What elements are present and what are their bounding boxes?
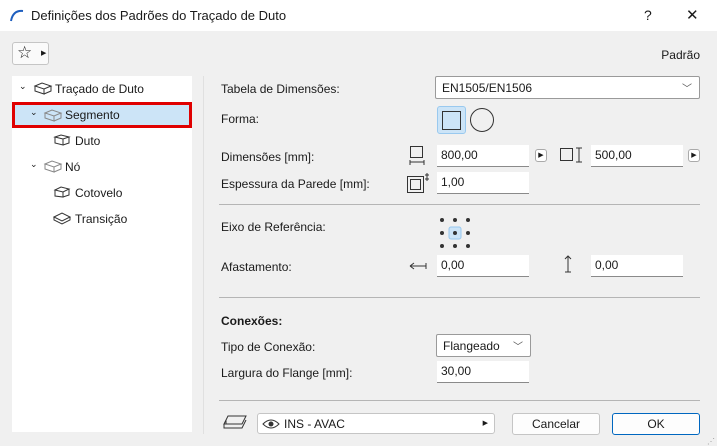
connections-heading: Conexões: [221, 314, 283, 328]
divider [219, 204, 700, 205]
tree-item-cotovelo[interactable]: Cotovelo [12, 180, 192, 206]
eye-icon [262, 419, 280, 429]
width-icon [409, 146, 425, 165]
connection-type-label: Tipo de Conexão: [221, 340, 316, 354]
tree-label: Traçado de Duto [55, 82, 144, 96]
vertical-offset-input[interactable]: 0,00 [591, 255, 683, 277]
flange-width-input[interactable]: 30,00 [437, 361, 529, 383]
shape-label: Forma: [221, 112, 260, 126]
chevron-down-icon[interactable]: ⌄ [30, 159, 38, 170]
reference-axis-grid[interactable] [438, 216, 472, 250]
flange-width-label: Largura do Flange [mm]: [221, 366, 353, 380]
elbow-icon [53, 186, 71, 198]
shape-circular-button[interactable] [470, 108, 494, 132]
divider [219, 297, 700, 298]
tree-item-tracado[interactable]: ⌄ Traçado de Duto [12, 76, 192, 102]
height-input[interactable]: 500,00 [591, 145, 683, 167]
divider [219, 400, 700, 401]
vertical-offset-icon [564, 255, 572, 273]
height-expand-button[interactable]: ▶ [688, 149, 700, 162]
tree-item-segmento[interactable]: ⌄ Segmento [12, 102, 192, 128]
resize-grip-icon[interactable]: ⋰ [707, 437, 715, 446]
chevron-down-icon: ﹀ [513, 342, 523, 353]
title-bar: Definições dos Padrões do Traçado de Dut… [0, 0, 717, 31]
tree-item-no[interactable]: ⌄ Nó [12, 154, 192, 180]
table-label: Tabela de Dimensões: [221, 82, 340, 96]
arrow-right-icon: ▶ [482, 420, 488, 427]
ok-button[interactable]: OK [612, 413, 700, 435]
chevron-down-icon[interactable]: ⌄ [19, 81, 27, 92]
duct-route-icon [33, 82, 53, 95]
preset-name: Padrão [661, 48, 700, 62]
favorites-button[interactable]: ☆ ▶ [12, 42, 49, 65]
connection-type-select[interactable]: Flangeado ﹀ [436, 334, 531, 357]
layers-icon [223, 415, 247, 429]
square-icon [442, 111, 461, 130]
layer-select[interactable]: INS - AVAC ▶ [257, 413, 495, 434]
dimension-table-select[interactable]: EN1505/EN1506 ﹀ [435, 76, 700, 99]
chevron-down-icon: ﹀ [682, 84, 692, 95]
width-input[interactable]: 800,00 [437, 145, 529, 167]
width-expand-button[interactable]: ▶ [535, 149, 547, 162]
close-button[interactable]: ✕ [686, 6, 699, 24]
wall-thickness-input[interactable]: 1,00 [437, 172, 529, 194]
height-icon [560, 147, 582, 163]
reference-axis-label: Eixo de Referência: [221, 220, 326, 234]
duct-icon [53, 134, 71, 146]
arrow-right-icon: ▶ [41, 50, 47, 57]
node-icon [43, 160, 63, 173]
offset-label: Afastamento: [221, 260, 292, 274]
wall-thickness-icon [407, 173, 429, 193]
archicad-logo-icon [10, 9, 24, 22]
tree-item-duto[interactable]: Duto [12, 128, 192, 154]
tree-label: Cotovelo [75, 186, 123, 200]
layer-name: INS - AVAC [284, 417, 345, 431]
dimensions-label: Dimensões [mm]: [221, 150, 315, 164]
horizontal-offset-icon [409, 262, 427, 270]
tree-label: Segmento [65, 108, 120, 122]
tree-item-transicao[interactable]: Transição [12, 206, 192, 232]
shape-rectangular-button[interactable] [437, 106, 466, 134]
help-button[interactable]: ? [644, 7, 652, 23]
segment-icon [43, 109, 63, 122]
star-icon: ☆ [17, 43, 33, 62]
cancel-button[interactable]: Cancelar [512, 413, 600, 435]
wall-thickness-label: Espessura da Parede [mm]: [221, 177, 370, 191]
horizontal-offset-input[interactable]: 0,00 [437, 255, 529, 277]
transition-icon [52, 212, 72, 225]
tree-label: Transição [75, 212, 128, 226]
chevron-down-icon[interactable]: ⌄ [30, 107, 38, 118]
window-title: Definições dos Padrões do Traçado de Dut… [31, 8, 287, 23]
tree-label: Nó [65, 160, 81, 174]
tree-label: Duto [75, 134, 101, 148]
